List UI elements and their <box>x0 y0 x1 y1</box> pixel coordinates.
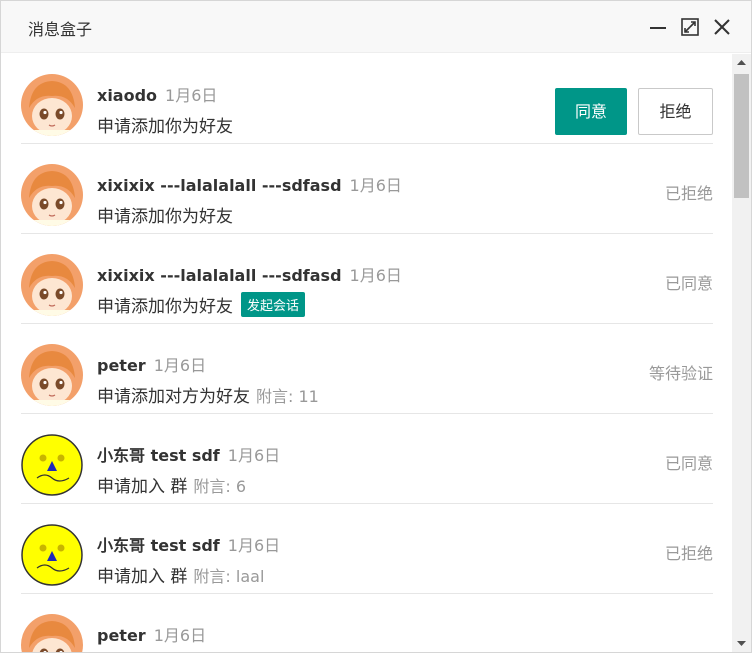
message-item: 小东哥 test sdf 1月6日 申请加入 群附言: 6 已同意 <box>21 414 713 504</box>
message-text: 申请添加对方为好友 <box>97 387 250 407</box>
scroll-up-arrow-icon[interactable] <box>732 54 751 71</box>
message-remark: 附言: 11 <box>256 387 319 406</box>
girl-avatar[interactable] <box>21 614 83 652</box>
minimize-icon[interactable] <box>646 15 670 39</box>
message-date: 1月6日 <box>349 176 402 195</box>
status-label: 等待验证 <box>648 364 713 383</box>
message-text: 申请添加你为好友 <box>97 117 233 137</box>
smiley-avatar[interactable] <box>21 524 83 586</box>
message-remark: 附言: laal <box>193 567 265 586</box>
sender-name: xiaodo <box>97 86 158 105</box>
status-label: 已同意 <box>664 274 713 293</box>
window-title: 消息盒子 <box>28 20 93 39</box>
girl-avatar[interactable] <box>21 164 83 226</box>
smiley-avatar[interactable] <box>21 434 83 496</box>
message-date: 1月6日 <box>349 266 402 285</box>
status-label: 已拒绝 <box>664 184 713 203</box>
message-box-window: 消息盒子 xiaodo 1月6日 申请添加你为好友 同意 拒绝 xixixix … <box>0 0 752 653</box>
message-item: peter 1月6日 <box>21 594 713 652</box>
girl-avatar[interactable] <box>21 74 83 136</box>
girl-avatar[interactable] <box>21 344 83 406</box>
start-chat-button[interactable]: 发起会话 <box>241 292 306 317</box>
maximize-icon[interactable] <box>678 15 702 39</box>
sender-name: peter <box>97 356 146 375</box>
agree-button[interactable]: 同意 <box>555 88 627 135</box>
message-date: 1月6日 <box>165 86 218 105</box>
message-text: 申请加入 群 <box>97 477 188 497</box>
message-text: 申请添加你为好友 <box>97 297 233 317</box>
sender-name: xixixix ---lalalalall ---sdfasd <box>97 176 342 195</box>
sender-name: 小东哥 test sdf <box>97 536 220 555</box>
message-text: 申请添加你为好友 <box>97 207 233 227</box>
sender-name: xixixix ---lalalalall ---sdfasd <box>97 266 342 285</box>
message-list: xiaodo 1月6日 申请添加你为好友 同意 拒绝 xixixix ---la… <box>1 54 731 652</box>
message-date: 1月6日 <box>227 446 281 465</box>
scroll-down-arrow-icon[interactable] <box>732 635 751 652</box>
girl-avatar[interactable] <box>21 254 83 316</box>
vertical-scrollbar[interactable] <box>732 54 751 652</box>
message-item: xixixix ---lalalalall ---sdfasd 1月6日 申请添加… <box>21 144 713 234</box>
message-remark: 附言: 6 <box>193 477 247 496</box>
message-date: 1月6日 <box>227 536 281 555</box>
message-date: 1月6日 <box>153 356 207 375</box>
sender-name: 小东哥 test sdf <box>97 446 220 465</box>
close-icon[interactable] <box>710 15 734 39</box>
message-date: 1月6日 <box>153 626 207 645</box>
message-item: xixixix ---lalalalall ---sdfasd 1月6日 申请添加… <box>21 234 713 324</box>
message-item: xiaodo 1月6日 申请添加你为好友 同意 拒绝 <box>21 54 713 144</box>
message-item: 小东哥 test sdf 1月6日 申请加入 群附言: laal 已拒绝 <box>21 504 713 594</box>
reject-button[interactable]: 拒绝 <box>638 88 713 135</box>
title-bar: 消息盒子 <box>1 1 751 53</box>
message-item: peter 1月6日 申请添加对方为好友 附言: 11 等待验证 <box>21 324 713 414</box>
sender-name: peter <box>97 626 146 645</box>
message-text: 申请加入 群 <box>97 567 188 587</box>
status-label: 已同意 <box>664 454 713 473</box>
status-label: 已拒绝 <box>664 544 713 563</box>
scrollbar-thumb[interactable] <box>734 74 749 198</box>
